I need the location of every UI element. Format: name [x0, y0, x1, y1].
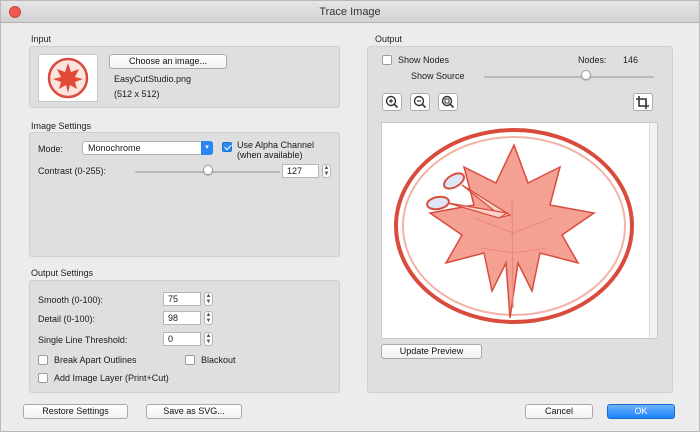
show-source-label: Show Source	[411, 71, 465, 81]
detail-stepper[interactable]: ▲ ▼	[204, 311, 213, 325]
use-alpha-sublabel: (when available)	[237, 150, 303, 160]
nodes-count: 146	[623, 55, 639, 65]
restore-settings-button[interactable]: Restore Settings	[23, 404, 128, 419]
save-as-svg-button[interactable]: Save as SVG...	[146, 404, 242, 419]
threshold-stepper[interactable]: ▲ ▼	[204, 332, 213, 346]
zoom-out-icon	[413, 95, 427, 109]
crop-button[interactable]	[633, 93, 653, 111]
use-alpha-checkbox[interactable]	[222, 142, 232, 152]
zoom-out-button[interactable]	[410, 93, 430, 111]
input-thumbnail	[38, 54, 98, 102]
input-dimensions: (512 x 512)	[114, 89, 160, 99]
crop-icon	[636, 96, 649, 109]
contrast-field[interactable]: 127	[282, 164, 319, 178]
preview-scrollbar[interactable]	[649, 123, 657, 338]
threshold-field[interactable]: 0	[163, 332, 201, 346]
break-apart-checkbox[interactable]	[38, 355, 48, 365]
input-group-label: Input	[31, 34, 52, 44]
contrast-label: Contrast (0-255):	[38, 166, 107, 176]
window-title: Trace Image	[319, 6, 381, 18]
title-bar: Trace Image	[1, 1, 699, 23]
add-image-layer-label: Add Image Layer (Print+Cut)	[54, 373, 169, 383]
image-settings-group: Mode: Monochrome ▾ Use Alpha Channel (wh…	[29, 132, 340, 257]
mode-select-value: Monochrome	[88, 143, 141, 153]
blackout-checkbox[interactable]	[185, 355, 195, 365]
show-source-slider-thumb[interactable]	[581, 70, 591, 80]
threshold-label: Single Line Threshold:	[38, 335, 128, 345]
smooth-label: Smooth (0-100):	[38, 295, 104, 305]
add-image-layer-checkbox[interactable]	[38, 373, 48, 383]
output-settings-group-label: Output Settings	[31, 268, 94, 278]
output-settings-group: Smooth (0-100): 75 ▲ ▼ Detail (0-100): 98…	[29, 280, 340, 393]
trace-image-window: Trace Image Input Choose an image... Eas…	[0, 0, 700, 432]
ok-button[interactable]: OK	[607, 404, 675, 419]
zoom-in-icon	[385, 95, 399, 109]
smooth-stepper[interactable]: ▲ ▼	[204, 292, 213, 306]
mode-label: Mode:	[38, 144, 64, 154]
zoom-in-button[interactable]	[382, 93, 402, 111]
cancel-button[interactable]: Cancel	[525, 404, 593, 419]
detail-label: Detail (0-100):	[38, 314, 96, 324]
nodes-label: Nodes:	[578, 55, 607, 65]
blackout-label: Blackout	[201, 355, 236, 365]
zoom-fit-button[interactable]	[438, 93, 458, 111]
trace-preview-area[interactable]	[381, 122, 658, 339]
image-settings-group-label: Image Settings	[31, 121, 92, 131]
contrast-slider-thumb[interactable]	[202, 165, 213, 175]
close-window-button[interactable]	[9, 6, 21, 18]
input-group: Choose an image... EasyCutStudio.png (51…	[29, 46, 340, 108]
break-apart-label: Break Apart Outlines	[54, 355, 137, 365]
contrast-stepper[interactable]: ▲ ▼	[322, 164, 331, 178]
maple-leaf-thumbnail-icon	[47, 57, 89, 99]
input-filename: EasyCutStudio.png	[114, 74, 192, 84]
traced-image-preview	[394, 128, 634, 324]
show-source-slider-track[interactable]	[484, 76, 654, 78]
detail-field[interactable]: 98	[163, 311, 201, 325]
smooth-field[interactable]: 75	[163, 292, 201, 306]
choose-image-button[interactable]: Choose an image...	[109, 54, 227, 69]
show-nodes-checkbox[interactable]	[382, 55, 392, 65]
output-group-label: Output	[375, 34, 403, 44]
update-preview-button[interactable]: Update Preview	[381, 344, 482, 359]
show-nodes-label: Show Nodes	[398, 55, 450, 65]
select-arrows-icon: ▾	[201, 141, 213, 155]
use-alpha-label: Use Alpha Channel	[237, 140, 315, 150]
mode-select[interactable]: Monochrome ▾	[82, 141, 213, 155]
zoom-fit-icon	[441, 95, 455, 109]
